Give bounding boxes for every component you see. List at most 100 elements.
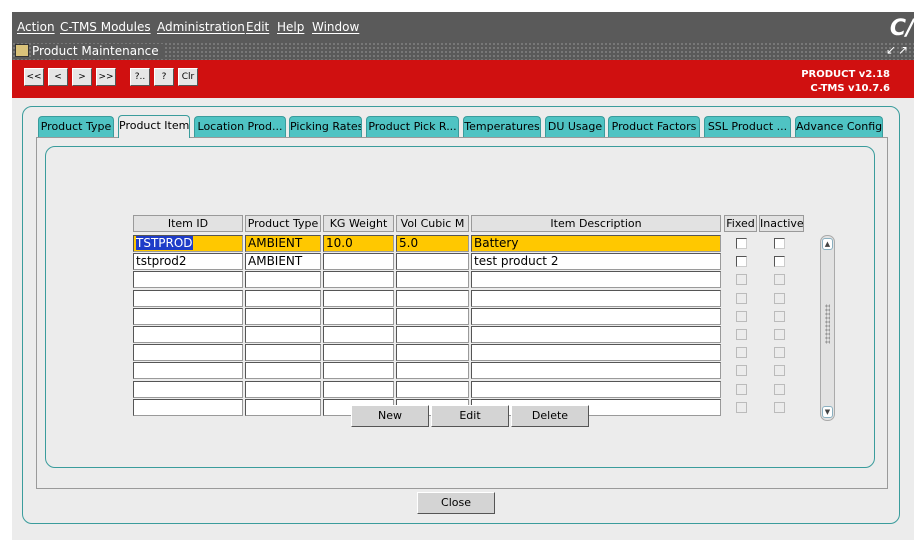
cell-item-id[interactable] [133,290,243,307]
column-header-fixed: Fixed [724,215,757,232]
query-enter-button[interactable]: ?.. [130,68,150,86]
cell-kg-weight[interactable]: 10.0 [323,235,394,252]
clear-button[interactable]: Clr [178,68,198,86]
previous-record-button[interactable]: < [48,68,68,86]
new-button[interactable]: New [351,405,429,427]
next-record-button[interactable]: > [72,68,92,86]
menu-window[interactable]: Window [312,20,359,34]
cell-item-id[interactable] [133,308,243,325]
cell-vol-cubic-m[interactable] [396,344,469,361]
window-title: Product Maintenance [32,44,165,58]
checkbox-inactive [774,365,785,376]
cell-value: tstprod2 [136,254,187,268]
tab-product-pick-r[interactable]: Product Pick R... [366,116,459,137]
minimize-icon[interactable]: ↙ [886,43,896,57]
cell-product-type[interactable] [245,290,321,307]
cell-item-description[interactable] [471,271,721,288]
checkbox-fixed [736,365,747,376]
cell-product-type[interactable] [245,381,321,398]
tab-product-type[interactable]: Product Type [38,116,114,137]
checkbox-inactive [774,274,785,285]
close-button[interactable]: Close [417,492,495,514]
cell-kg-weight[interactable] [323,362,394,379]
scroll-grip[interactable] [825,304,830,344]
tab-picking-rates[interactable]: Picking Rates [289,116,362,137]
cell-item-description[interactable]: test product 2 [471,253,721,270]
cell-item-description[interactable] [471,362,721,379]
cell-product-type[interactable] [245,308,321,325]
cell-vol-cubic-m[interactable] [396,308,469,325]
column-header-item-id: Item ID [133,215,243,232]
cell-product-type[interactable] [245,362,321,379]
last-record-button[interactable]: >> [96,68,116,86]
cell-item-id[interactable]: tstprod2 [133,253,243,270]
tab-advance-config[interactable]: Advance Config [795,116,883,137]
menu-action[interactable]: Action [17,20,55,34]
edit-button[interactable]: Edit [431,405,509,427]
cell-vol-cubic-m[interactable] [396,253,469,270]
cell-item-description[interactable]: Battery [471,235,721,252]
scroll-up-icon[interactable]: ▲ [822,238,833,250]
cell-kg-weight[interactable] [323,326,394,343]
grid-scrollbar[interactable]: ▲ ▼ [820,235,835,421]
cell-item-id[interactable] [133,326,243,343]
version-info: PRODUCT v2.18 C-TMS v10.7.6 [801,68,890,96]
checkbox-fixed [736,329,747,340]
cell-vol-cubic-m[interactable] [396,381,469,398]
cell-kg-weight[interactable] [323,344,394,361]
delete-button[interactable]: Delete [511,405,589,427]
menubar: Action C-TMS Modules Administration Edit… [12,12,914,42]
cell-product-type[interactable] [245,271,321,288]
cell-product-type[interactable]: AMBIENT [245,253,321,270]
cell-vol-cubic-m[interactable] [396,362,469,379]
checkbox-inactive[interactable] [774,256,785,267]
tab-temperatures[interactable]: Temperatures [463,116,541,137]
query-execute-button[interactable]: ? [154,68,174,86]
first-record-button[interactable]: << [24,68,44,86]
menu-ctms-modules[interactable]: C-TMS Modules [60,20,151,34]
menu-administration[interactable]: Administration [157,20,245,34]
checkbox-inactive [774,402,785,413]
column-header-kg-weight: KG Weight [323,215,394,232]
tab-ssl-product[interactable]: SSL Product ... [704,116,791,137]
cell-product-type[interactable]: AMBIENT [245,235,321,252]
scroll-down-icon[interactable]: ▼ [822,406,833,418]
cell-item-id[interactable] [133,399,243,416]
cell-item-description[interactable] [471,381,721,398]
cell-vol-cubic-m[interactable]: 5.0 [396,235,469,252]
cell-kg-weight[interactable] [323,308,394,325]
cell-value: Battery [474,236,519,250]
cell-item-id[interactable] [133,381,243,398]
cell-kg-weight[interactable] [323,271,394,288]
cell-vol-cubic-m[interactable] [396,290,469,307]
cell-item-description[interactable] [471,290,721,307]
column-header-product-type: Product Type [245,215,321,232]
cell-kg-weight[interactable] [323,381,394,398]
cell-item-id[interactable] [133,362,243,379]
cell-product-type[interactable] [245,326,321,343]
tab-du-usage[interactable]: DU Usage [545,116,605,137]
cell-vol-cubic-m[interactable] [396,326,469,343]
cell-item-description[interactable] [471,308,721,325]
menu-edit[interactable]: Edit [246,20,269,34]
tab-product-item[interactable]: Product Item [118,115,190,138]
tab-product-factors[interactable]: Product Factors [608,116,700,137]
cell-product-type[interactable] [245,344,321,361]
tab-location-prod[interactable]: Location Prod... [194,116,286,137]
menu-help[interactable]: Help [277,20,304,34]
maximize-icon[interactable]: ↗ [898,43,908,57]
cell-kg-weight[interactable] [323,290,394,307]
checkbox-fixed[interactable] [736,238,747,249]
cell-item-id[interactable]: TSTPROD [133,235,243,252]
cell-item-description[interactable] [471,344,721,361]
checkbox-fixed[interactable] [736,256,747,267]
cell-item-id[interactable] [133,271,243,288]
cell-kg-weight[interactable] [323,253,394,270]
cell-item-description[interactable] [471,326,721,343]
cell-item-id[interactable] [133,344,243,361]
toolbar: << < > >> ?.. ? Clr PRODUCT v2.18 C-TMS … [12,60,914,98]
checkbox-fixed [736,402,747,413]
cell-product-type[interactable] [245,399,321,416]
checkbox-inactive[interactable] [774,238,785,249]
cell-vol-cubic-m[interactable] [396,271,469,288]
